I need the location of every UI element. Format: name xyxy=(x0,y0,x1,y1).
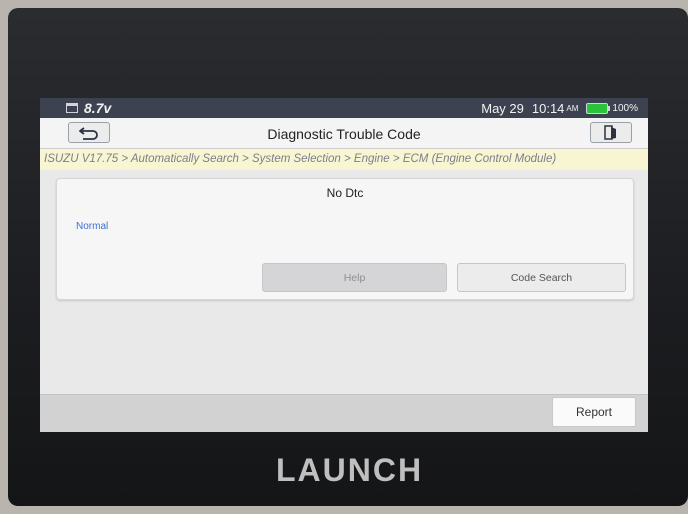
page-title: Diagnostic Trouble Code xyxy=(267,126,421,142)
exit-button[interactable] xyxy=(590,122,632,143)
help-button[interactable]: Help xyxy=(262,263,447,292)
system-status: Normal xyxy=(76,221,109,232)
dtc-result-title: No Dtc xyxy=(326,186,364,200)
battery-icon xyxy=(586,103,611,114)
status-date: May 29 xyxy=(481,101,524,116)
screen: 8.7v May 29 10:14 AM 100% Diagnostic Tro… xyxy=(40,98,648,432)
device-logo: LAUNCH xyxy=(276,452,424,488)
breadcrumb: ISUZU V17.75 > Automatically Search > Sy… xyxy=(40,149,648,170)
code-search-button[interactable]: Code Search xyxy=(457,263,626,292)
calendar-icon xyxy=(66,103,78,113)
status-right: May 29 10:14 AM 100% xyxy=(481,101,638,116)
status-time: 10:14 xyxy=(531,101,565,116)
voltage-readout: 8.7v xyxy=(84,100,112,116)
status-bar: 8.7v May 29 10:14 AM 100% xyxy=(40,98,648,118)
status-left: 8.7v xyxy=(66,100,111,116)
status-ampm: AM xyxy=(566,104,579,113)
battery-level: 100% xyxy=(612,103,638,114)
dtc-card: No Dtc Normal Help Code Search xyxy=(56,178,634,300)
report-button[interactable]: Report xyxy=(552,397,636,427)
bottom-bar: Report xyxy=(40,394,648,432)
exit-icon xyxy=(604,125,616,140)
title-bar: Diagnostic Trouble Code xyxy=(40,118,648,149)
